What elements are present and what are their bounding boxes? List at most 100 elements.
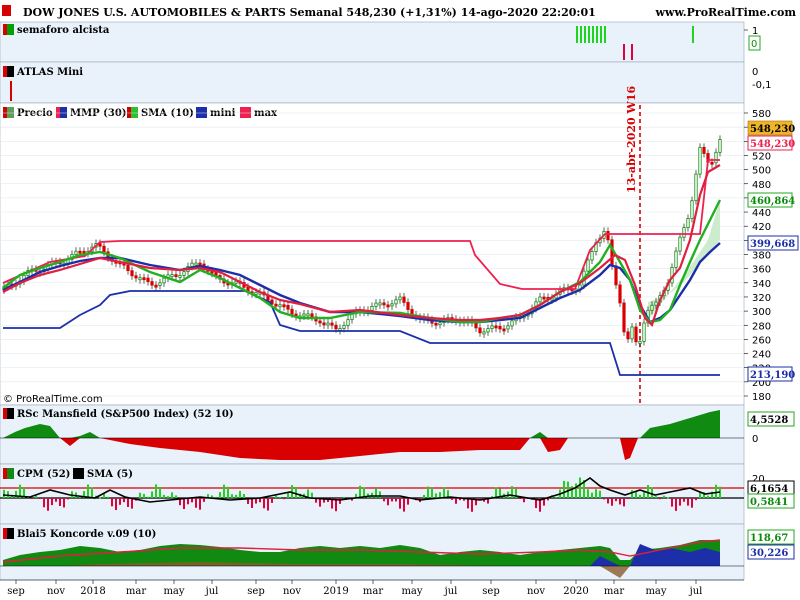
cpm-bar (311, 492, 313, 498)
cpm-bar (615, 498, 617, 502)
candle (650, 304, 654, 311)
cpm-bar (119, 498, 121, 505)
cpm-bar (627, 498, 629, 499)
x-tick-label: nov (283, 586, 301, 597)
legend-mmp: MMP (30) (70, 108, 127, 119)
candle (590, 251, 594, 261)
y-tick-label: 260 (752, 335, 771, 346)
cpm-sma-label: SMA (5) (87, 469, 133, 480)
y-tick-label: 500 (752, 166, 771, 177)
cpm-bar (263, 498, 265, 509)
x-tick-label: jul (444, 586, 458, 597)
cpm-bar (387, 498, 389, 506)
cpm-bar (571, 486, 573, 498)
cpm-bar (107, 496, 109, 498)
cpm-bar (599, 490, 601, 498)
cpm-bar (147, 496, 149, 498)
cpm-bar (391, 498, 393, 502)
cpm-bar (655, 496, 657, 498)
cpm-value-2: 0,5841 (750, 497, 788, 508)
rsc-label: RSc Mansfield (S&P500 Index) (52 10) (17, 409, 234, 420)
cpm-bar (275, 495, 277, 498)
x-tick-label: sep (247, 586, 264, 597)
cpm-bar (99, 497, 101, 499)
cpm-bar (127, 498, 129, 507)
candle (482, 331, 486, 335)
candle (134, 275, 138, 279)
header: DOW JONES U.S. AUTOMOBILES & PARTS Seman… (2, 5, 796, 19)
cpm-bar (267, 498, 269, 511)
site-link[interactable]: www.ProRealTime.com (655, 6, 797, 19)
cpm-bar (171, 492, 173, 498)
candle (330, 322, 334, 326)
candle (190, 262, 194, 267)
cpm-bar (435, 493, 437, 498)
cpm-bar (251, 498, 253, 508)
candle (682, 227, 686, 238)
candle (638, 341, 642, 344)
cpm-bar (235, 494, 237, 498)
candle (78, 250, 82, 254)
chart: DOW JONES U.S. AUTOMOBILES & PARTS Seman… (0, 0, 800, 600)
candle (622, 302, 626, 333)
cpm-bar (67, 498, 69, 500)
candle (718, 139, 722, 153)
x-tick-label: jul (205, 586, 219, 597)
x-tick-label: 2019 (323, 586, 348, 597)
candle (502, 328, 506, 332)
candle (82, 250, 86, 254)
candle (150, 281, 154, 286)
cpm-bar (407, 498, 409, 505)
koncorde-value-2: 30,226 (750, 548, 788, 559)
cpm-bar (31, 498, 33, 499)
cpm-bar (451, 498, 453, 500)
cpm-bar (595, 489, 597, 498)
cpm-bar (651, 487, 653, 498)
cpm-bar (131, 498, 133, 509)
y-tick-label: 360 (752, 265, 771, 276)
cpm-bar (439, 492, 441, 498)
cpm-bar (287, 492, 289, 498)
cpm-bar (103, 493, 105, 498)
candle (378, 302, 382, 306)
cpm-label: CPM (52) (17, 469, 70, 480)
cpm-bar (679, 498, 681, 506)
y-tick-label: 300 (752, 307, 771, 318)
cpm-bar (603, 498, 605, 500)
candle (402, 296, 406, 303)
y-tick-label: 320 (752, 293, 771, 304)
panel-koncorde: Blai5 Koncorde v.09 (10) 118,67 30,226 (0, 523, 795, 581)
cpm-bar (271, 498, 273, 503)
watermark: © ProRealTime.com (3, 394, 103, 405)
candle (302, 313, 306, 317)
cpm-bar (611, 498, 613, 506)
candle (178, 274, 182, 278)
candle (618, 284, 622, 304)
candle (494, 325, 498, 329)
cpm-bar (199, 498, 201, 510)
koncorde-value-1: 118,67 (750, 533, 788, 544)
cpm-bar (47, 498, 49, 511)
candle (274, 303, 278, 307)
candle (170, 274, 174, 278)
candle (406, 302, 410, 310)
cpm-bar (167, 496, 169, 498)
y-tick-label: 480 (752, 180, 771, 191)
tag-mmp: 399,668 (750, 239, 795, 250)
cpm-bar (123, 498, 125, 503)
candle (506, 325, 510, 330)
rsc-value: 4,5528 (750, 415, 788, 426)
cpm-bar (159, 486, 161, 498)
cpm-bar (295, 486, 297, 498)
y-tick-label: 240 (752, 350, 771, 361)
candle (334, 324, 338, 330)
cpm-bar (383, 498, 385, 502)
candle (290, 308, 294, 315)
cpm-bar (231, 494, 233, 498)
candle (626, 331, 630, 340)
candle (674, 250, 678, 268)
legend-mini: mini (210, 108, 236, 119)
legend-precio: Precio (17, 108, 53, 119)
cpm-bar (395, 498, 397, 502)
candle (434, 322, 438, 326)
